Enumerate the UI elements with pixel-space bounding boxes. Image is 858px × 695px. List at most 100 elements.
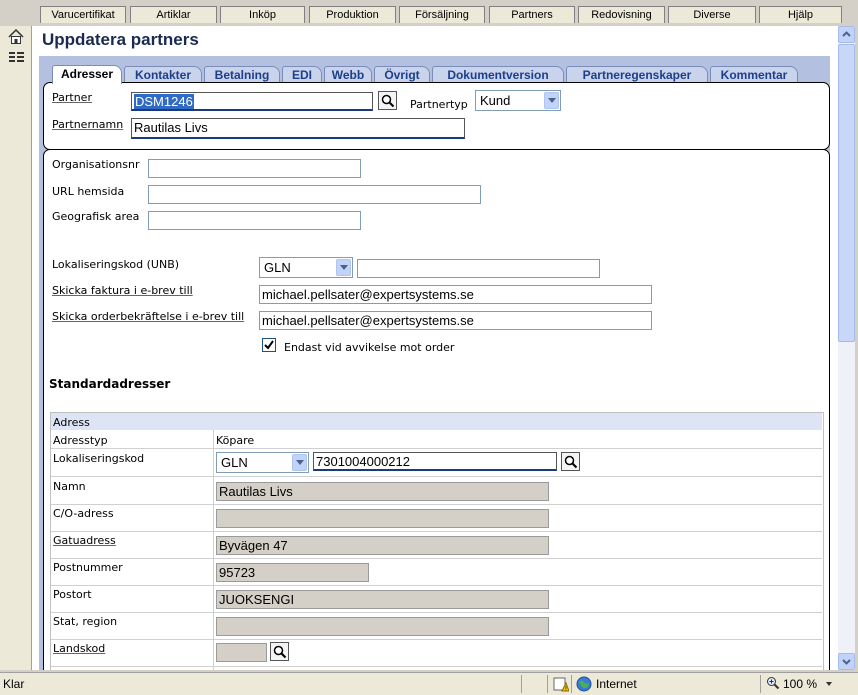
address-section-title: Adress xyxy=(53,416,90,429)
tab-kommentar[interactable]: Kommentar xyxy=(710,66,798,83)
home-icon[interactable] xyxy=(8,28,24,47)
status-divider xyxy=(521,675,522,693)
namn-label: Namn xyxy=(53,480,86,493)
co-adress-label: C/O-adress xyxy=(53,507,114,520)
partnernamn-label: Partnernamn xyxy=(52,118,124,131)
row-divider xyxy=(51,476,822,477)
tab-adresser[interactable]: Adresser xyxy=(52,65,122,84)
partnertyp-label: Partnertyp xyxy=(410,98,468,111)
zoom-level[interactable]: 100 % xyxy=(783,677,817,691)
menu-redovisning[interactable]: Redovisning xyxy=(578,6,665,23)
status-divider xyxy=(571,675,572,693)
geo-label: Geografisk area xyxy=(52,210,140,223)
menu-hjalp[interactable]: Hjälp xyxy=(759,6,842,23)
lokaliseringskod-select[interactable]: GLN xyxy=(216,452,309,473)
scroll-up-button[interactable] xyxy=(838,26,855,43)
partner-input-value: DSM1246 xyxy=(134,94,194,109)
row-divider xyxy=(51,666,822,667)
row-divider xyxy=(51,639,822,640)
gatuadress-label: Gatuadress xyxy=(53,534,116,547)
tab-dokumentversion[interactable]: Dokumentversion xyxy=(432,66,564,83)
tab-edi[interactable]: EDI xyxy=(282,66,322,83)
scroll-thumb[interactable] xyxy=(838,44,855,342)
lokaliseringskod-unb-label: Lokaliseringskod (UNB) xyxy=(52,258,180,271)
tab-webb[interactable]: Webb xyxy=(324,66,372,83)
postnummer-input[interactable]: 95723 xyxy=(216,563,369,582)
postort-input[interactable]: JUOKSENGI xyxy=(216,590,549,609)
adresstyp-label: Adresstyp xyxy=(53,434,108,447)
row-divider xyxy=(51,531,822,532)
status-divider xyxy=(547,675,548,693)
landskod-search-button[interactable] xyxy=(270,642,289,661)
stat-region-label: Stat, region xyxy=(53,615,118,628)
faktura-email-input[interactable]: michael.pellsater@expertsystems.se xyxy=(259,285,652,304)
list-view-icon[interactable] xyxy=(9,51,24,68)
tab-kontakter[interactable]: Kontakter xyxy=(124,66,202,83)
stat-region-input[interactable] xyxy=(216,617,549,636)
chevron-down-icon xyxy=(336,259,351,276)
lokaliseringskod-input[interactable]: 7301004000212 xyxy=(313,452,557,471)
adresstyp-value: Köpare xyxy=(216,434,255,447)
internet-globe-icon xyxy=(576,676,592,695)
lokaliseringskod-unb-input[interactable] xyxy=(357,259,600,278)
tab-partneregenskaper[interactable]: Partneregenskaper xyxy=(566,66,708,83)
row-divider xyxy=(51,612,822,613)
org-input[interactable] xyxy=(148,159,361,178)
vertical-scrollbar[interactable] xyxy=(838,26,855,670)
partnernamn-input[interactable]: Rautilas Livs xyxy=(131,118,465,139)
co-adress-input[interactable] xyxy=(216,509,549,528)
main-content: Uppdatera partners Adresser Kontakter Be… xyxy=(31,26,840,670)
url-input[interactable] xyxy=(148,185,481,204)
menu-artiklar[interactable]: Artiklar xyxy=(130,6,217,23)
left-toolbar xyxy=(0,26,32,670)
status-divider xyxy=(760,675,761,693)
menu-partners[interactable]: Partners xyxy=(489,6,575,23)
lokaliseringskod-search-button[interactable] xyxy=(561,452,580,471)
page-title: Uppdatera partners xyxy=(42,30,199,49)
scroll-down-button[interactable] xyxy=(838,653,855,670)
row-divider xyxy=(51,504,822,505)
partnertyp-select[interactable]: Kund xyxy=(475,90,561,111)
table-column-divider xyxy=(213,430,214,670)
top-menu-bar: Varucertifikat Artiklar Inköp Produktion… xyxy=(0,0,858,26)
lokaliseringskod-type: GLN xyxy=(221,455,248,470)
partnertyp-value: Kund xyxy=(480,93,511,108)
landskod-input[interactable] xyxy=(216,643,267,662)
lokaliseringskod-unb-select[interactable]: GLN xyxy=(259,257,353,278)
partner-label: Partner xyxy=(52,91,92,104)
postort-label: Postort xyxy=(53,588,92,601)
url-label: URL hemsida xyxy=(52,185,125,198)
menu-diverse[interactable]: Diverse xyxy=(668,6,756,23)
menu-inkop[interactable]: Inköp xyxy=(220,6,305,23)
row-divider xyxy=(51,558,822,559)
details-panel: Organisationsnr URL hemsida Geografisk a… xyxy=(43,149,830,670)
namn-input[interactable]: Rautilas Livs xyxy=(216,482,549,501)
svg-text:!: ! xyxy=(565,685,567,692)
partner-input[interactable]: DSM1246 xyxy=(131,92,373,111)
tab-ovrigt[interactable]: Övrigt xyxy=(374,66,430,83)
chevron-down-icon[interactable] xyxy=(826,682,832,686)
standardadresser-heading: Standardadresser xyxy=(49,377,171,391)
tab-betalning[interactable]: Betalning xyxy=(204,66,280,83)
zone-label: Internet xyxy=(596,677,637,691)
postnummer-label: Postnummer xyxy=(53,561,123,574)
orderbekraftelse-email-input[interactable]: michael.pellsater@expertsystems.se xyxy=(259,311,652,330)
menu-varucertifikat[interactable]: Varucertifikat xyxy=(40,6,126,23)
menu-forsaljning[interactable]: Försäljning xyxy=(399,6,485,23)
geo-input[interactable] xyxy=(148,211,361,230)
avvikelse-checkbox[interactable] xyxy=(262,338,276,352)
faktura-label: Skicka faktura i e-brev till xyxy=(52,284,193,297)
gatuadress-input[interactable]: Byvägen 47 xyxy=(216,536,549,555)
chevron-down-icon xyxy=(292,454,307,471)
chevron-down-icon xyxy=(544,92,559,109)
security-warning-icon[interactable]: ! xyxy=(553,676,570,695)
partner-search-button[interactable] xyxy=(378,91,397,110)
menu-produktion[interactable]: Produktion xyxy=(309,6,396,23)
zoom-icon[interactable] xyxy=(766,676,780,693)
status-text: Klar xyxy=(3,677,25,691)
row-divider xyxy=(51,585,822,586)
partner-panel: Partner DSM1246 Partnertyp Kund Partnern… xyxy=(43,82,830,150)
lokaliseringskod-label: Lokaliseringskod xyxy=(53,452,145,465)
lokaliseringskod-unb-type: GLN xyxy=(264,260,291,275)
status-bar: Klar ! Internet 100 % xyxy=(0,672,858,695)
